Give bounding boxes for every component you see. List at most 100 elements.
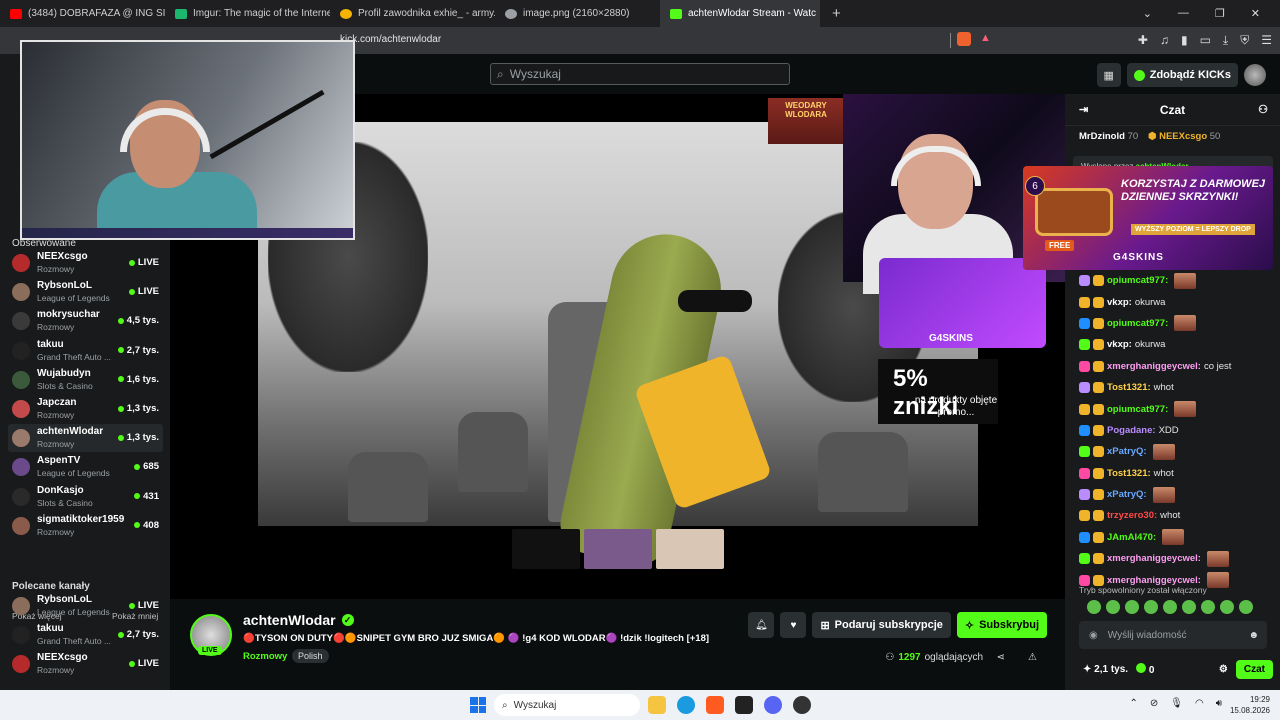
browser-tab[interactable]: image.png (2160×2880) [495,0,660,27]
chat-message[interactable]: vkxp: okurwa [1079,291,1275,312]
chat-send-button[interactable]: Czat [1235,660,1273,679]
emote[interactable] [1163,600,1177,614]
chat-message[interactable]: opiumcat977: [1079,398,1275,419]
heart-icon[interactable]: ♥ [780,612,807,638]
extensions-icon[interactable]: ✚ [1138,33,1148,48]
clock[interactable]: 19:29 15.08.2026 [1230,694,1270,716]
chat-username[interactable]: trzyzero30: [1107,510,1157,521]
browser-tab-active[interactable]: achtenWlodar Stream - Watc✕ [660,0,820,27]
browser-tab[interactable]: (3484) DOBRAFAZA @ ING SILES [0,0,165,27]
chat-message[interactable]: Tost1321: whot [1079,377,1275,398]
chevron-down-icon[interactable]: ⌄ [1143,7,1152,20]
new-tab-button[interactable]: + [820,5,853,22]
maximize-icon[interactable]: ❐ [1215,7,1225,20]
chat-message[interactable]: Tost1321: whot [1079,463,1275,484]
obs-icon[interactable] [793,696,811,714]
emote[interactable] [1220,600,1234,614]
edge-icon[interactable] [677,696,695,714]
chat-message[interactable]: JAmAl470: [1079,527,1275,548]
stream-category[interactable]: Rozmowy [243,651,287,662]
chat-mode-icon[interactable]: ◉ [1089,630,1098,641]
chat-username[interactable]: vkxp: [1107,339,1132,350]
chat-message[interactable]: xmerghaniggeycwel: [1079,548,1275,569]
chat-message[interactable]: Pogadane: XDD [1079,420,1275,441]
sidebar-channel[interactable]: RybsonLoL League of Legends LIVE [8,592,163,620]
sidebar-channel[interactable]: takuu Grand Theft Auto ... 2,7 tys. [8,337,163,365]
discord-icon[interactable] [764,696,782,714]
close-window-icon[interactable]: ✕ [1251,7,1260,20]
streamer-name[interactable]: achtenWlodar ✓ [243,612,354,628]
get-kicks-button[interactable]: Zdobądź KICKs [1126,63,1238,87]
wallet-icon[interactable]: ▭ [1200,33,1211,48]
brave-rewards-icon[interactable]: ▲ [980,32,991,44]
chat-username[interactable]: Tost1321: [1107,468,1151,479]
sidebar-channel[interactable]: DonKasjo Slots & Casino 431 [8,483,163,511]
chat-username[interactable]: xPatryQ: [1107,446,1147,457]
chat-username[interactable]: Tost1321: [1107,382,1151,393]
chat-username[interactable]: vkxp: [1107,297,1132,308]
share-icon[interactable]: ⋖ [997,652,1005,663]
mic-icon[interactable]: 🎙︎ [1170,698,1183,709]
channel-points[interactable]: 0 [1136,663,1154,676]
windows-start-icon[interactable] [470,697,486,713]
emote[interactable] [1182,600,1196,614]
g4skins-ad[interactable]: 6 KORZYSTAJ Z DARMOWEJ DZIENNEJ SKRZYNKI… [1023,166,1273,270]
sidebar-channel[interactable]: sigmatiktoker1959 Rozmowy 408 [8,512,163,540]
chat-username[interactable]: opiumcat977: [1107,318,1168,329]
sidebar-channel[interactable]: Wujabudyn Slots & Casino 1,6 tys. [8,366,163,394]
sidebar-channel[interactable]: takuu Grand Theft Auto ... 2,7 tys. [8,621,163,649]
chat-username[interactable]: xmerghaniggeycwel: [1107,361,1201,372]
chevron-up-icon[interactable]: ⌃ [1129,698,1137,709]
sidebar-channel[interactable]: NEEXcsgo Rozmowy LIVE [8,650,163,678]
url-field[interactable]: kick.com/achtenwlodar [340,34,441,45]
chat-message[interactable]: xPatryQ: [1079,441,1275,462]
chat-message[interactable]: vkxp: okurwa [1079,334,1275,355]
browser-tab[interactable]: Imgur: The magic of the Internet [165,0,330,27]
wifi-icon[interactable]: ◠ [1195,698,1204,709]
emote[interactable] [1239,600,1253,614]
chat-username[interactable]: xPatryQ: [1107,489,1147,500]
network-icon[interactable]: ⊘ [1150,698,1158,709]
emoji-icon[interactable]: ☻ [1248,630,1259,641]
settings-icon[interactable]: ⚙ [1219,664,1228,675]
emote[interactable] [1106,600,1120,614]
chat-username[interactable]: Pogadane: [1107,425,1156,436]
chat-message[interactable]: trzyzero30: whot [1079,505,1275,526]
brave-icon[interactable] [706,696,724,714]
sidebar-channel[interactable]: achtenWlodar Rozmowy 1,3 tys. [8,424,163,453]
minimize-icon[interactable]: — [1178,7,1189,20]
chat-username[interactable]: xmerghaniggeycwel: [1107,575,1201,586]
file-explorer-icon[interactable] [648,696,666,714]
emote[interactable] [1087,600,1101,614]
chat-username[interactable]: xmerghaniggeycwel: [1107,553,1201,564]
report-icon[interactable]: ⚠ [1028,652,1037,663]
bell-icon[interactable]: 🔔︎ [748,612,775,638]
subscribe-button[interactable]: ✧ Subskrybuj [956,612,1047,638]
chat-username[interactable]: opiumcat977: [1107,275,1168,286]
search-input[interactable]: ⌕ Wyszukaj [490,63,790,85]
browser-tab[interactable]: Profil zawodnika exhie_ - army.gg [330,0,495,27]
sidebar-channel[interactable]: AspenTV League of Legends 685 [8,453,163,481]
sidebar-channel[interactable]: mokrysuchar Rozmowy 4,5 tys. [8,307,163,335]
sidebar-icon[interactable]: ▮ [1181,33,1188,48]
layout-icon[interactable]: ▦ [1096,63,1121,87]
chat-users-icon[interactable]: ⚇ [1258,103,1268,116]
language-tag[interactable]: Polish [292,649,329,663]
menu-icon[interactable]: ☰ [1261,33,1272,48]
emote[interactable] [1201,600,1215,614]
emote[interactable] [1125,600,1139,614]
volume-icon[interactable]: 🔊︎ [1216,698,1222,709]
gift-subs-button[interactable]: ⊞ Podaruj subskrypcje [812,612,951,638]
vpn-icon[interactable]: ⛨ [1240,33,1249,48]
avatar[interactable] [1244,64,1266,86]
collapse-chat-icon[interactable]: ⇥ [1079,103,1088,116]
chat-message[interactable]: xmerghaniggeycwel: co jest [1079,356,1275,377]
chat-input[interactable]: ◉ Wyślij wiadomość ☻ [1079,621,1267,649]
chat-message[interactable]: xPatryQ: [1079,484,1275,505]
chat-username[interactable]: opiumcat977: [1107,404,1168,415]
emote[interactable] [1144,600,1158,614]
kicks-balance[interactable]: ✦ 2,1 tys. [1083,664,1128,675]
sidebar-channel[interactable]: Japczan Rozmowy 1,3 tys. [8,395,163,423]
terminal-icon[interactable] [735,696,753,714]
sidebar-channel[interactable]: RybsonLoL League of Legends LIVE [8,278,163,306]
